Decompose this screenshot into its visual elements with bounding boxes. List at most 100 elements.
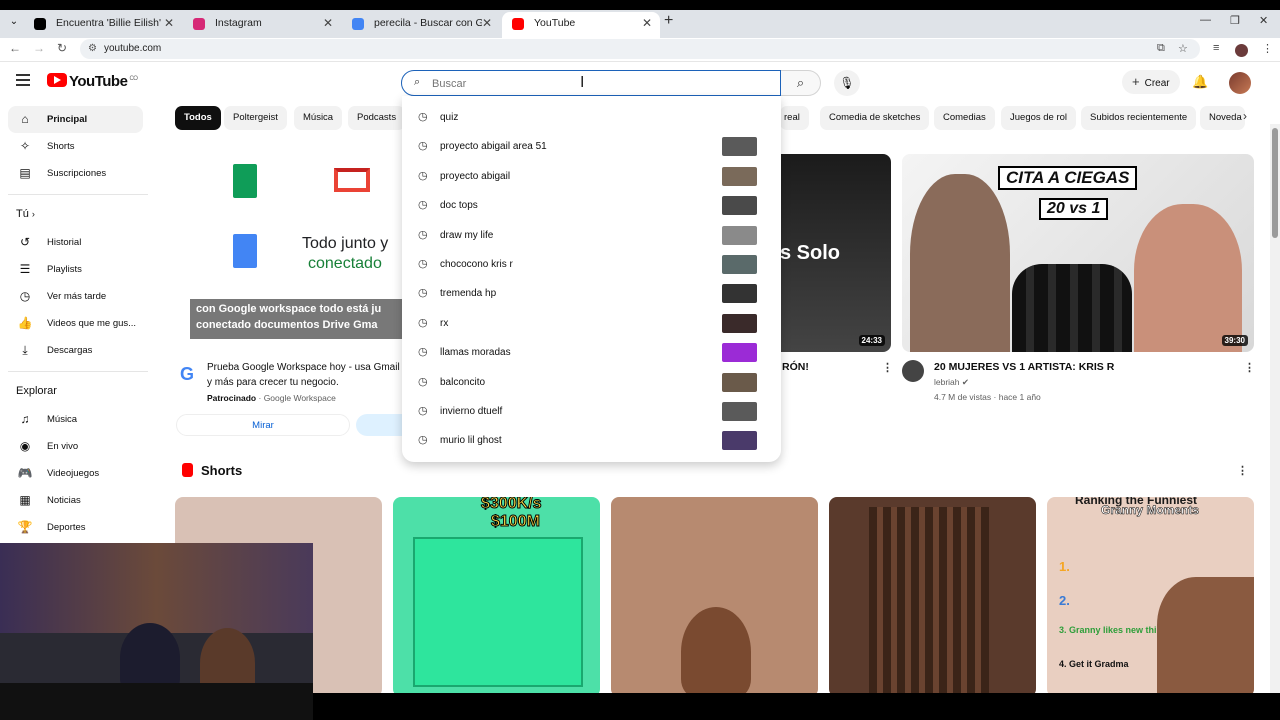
tab-close-icon[interactable]: ✕: [642, 16, 652, 30]
sidebar-item-live[interactable]: ◉ En vivo: [8, 433, 143, 460]
suggestion-thumbnail: [722, 343, 757, 363]
sidebar-item-gaming[interactable]: 🎮 Videojuegos: [8, 460, 143, 487]
chip-musica[interactable]: Música: [294, 106, 343, 130]
back-icon[interactable]: ←: [9, 41, 21, 55]
suggestion-item[interactable]: ◷ chococono kris r: [402, 250, 781, 279]
minimize-icon[interactable]: —: [1200, 14, 1211, 26]
new-tab-icon[interactable]: +: [664, 12, 673, 30]
close-window-icon[interactable]: ✕: [1259, 14, 1268, 27]
youtube-logo-icon[interactable]: [47, 73, 67, 87]
chip-juegos-rol[interactable]: Juegos de rol: [1001, 106, 1077, 130]
ad-title[interactable]: Prueba Google Workspace hoy - usa Gmail …: [207, 360, 402, 390]
install-icon[interactable]: ⧉: [1157, 42, 1165, 55]
suggestion-text: invierno dtuelf: [440, 405, 503, 417]
channel-name[interactable]: lebriah ✔: [934, 376, 969, 389]
browser-tab[interactable]: YouTube ✕: [502, 12, 660, 38]
sidebar-item-download[interactable]: ⤓ Descargas: [8, 337, 143, 364]
chip-subidos[interactable]: Subidos recientemente: [1081, 106, 1197, 130]
suggestion-item[interactable]: ◷ balconcito: [402, 368, 781, 397]
ad-card[interactable]: Todo junto y conectado con Google workspa…: [176, 154, 406, 409]
browser-tab[interactable]: Encuentra 'Billie Eilish' en TikTok✕: [24, 12, 182, 38]
chip-todos[interactable]: Todos: [175, 106, 221, 130]
suggestion-item[interactable]: ◷ llamas moradas: [402, 338, 781, 367]
url-bar[interactable]: ⚙ youtube.com: [80, 39, 1200, 59]
sidebar-item-label: Suscripciones: [47, 168, 107, 179]
tab-close-icon[interactable]: ✕: [323, 16, 333, 30]
account-avatar[interactable]: [1229, 72, 1251, 94]
video-title[interactable]: RÓN!: [782, 360, 809, 374]
scrollbar[interactable]: [1270, 124, 1280, 720]
search-input[interactable]: [432, 75, 762, 92]
chip-novedades[interactable]: Noveda: [1200, 106, 1245, 130]
suggestion-text: murio lil ghost: [440, 435, 502, 447]
suggestion-item[interactable]: ◷ doc tops: [402, 191, 781, 220]
suggestion-item[interactable]: ◷ murio lil ghost: [402, 426, 781, 455]
reload-icon[interactable]: ↻: [57, 41, 67, 55]
shorts-more-icon[interactable]: ⋮: [1237, 464, 1248, 477]
plus-icon: +: [1132, 74, 1140, 89]
ad-watch-button[interactable]: Mirar: [176, 414, 350, 436]
more-options-icon[interactable]: ⋮: [882, 361, 893, 374]
create-label: Crear: [1144, 78, 1170, 89]
chip-comedia-sketches[interactable]: Comedia de sketches: [820, 106, 930, 130]
suggestion-item[interactable]: ◷ proyecto abigail: [402, 162, 781, 191]
browser-menu-icon[interactable]: ⋮: [1262, 42, 1273, 55]
video-thumbnail[interactable]: CITA A CIEGAS 20 vs 1 39:30: [902, 154, 1254, 352]
bookmark-star-icon[interactable]: ☆: [1178, 42, 1188, 55]
tab-close-icon[interactable]: ✕: [164, 16, 174, 30]
sidebar-item-news[interactable]: ▦ Noticias: [8, 487, 143, 514]
shorts-icon: ✧: [19, 139, 31, 153]
tab-search-icon[interactable]: ⌄: [6, 14, 22, 30]
sidebar-item-sports[interactable]: 🏆 Deportes: [8, 514, 143, 541]
chip-podcasts[interactable]: Podcasts: [348, 106, 406, 130]
sidebar-item-home[interactable]: ⌂ Principal: [8, 106, 143, 133]
news-icon: ▦: [19, 493, 31, 507]
search-box[interactable]: ⌕: [401, 70, 781, 96]
sidebar-item-history[interactable]: ↺ Historial: [8, 229, 143, 256]
media-icon[interactable]: ≡: [1213, 42, 1219, 54]
notifications-bell-icon[interactable]: 🔔: [1192, 74, 1208, 90]
tab-close-icon[interactable]: ✕: [482, 16, 492, 30]
suggestion-item[interactable]: ◷ draw my life: [402, 221, 781, 250]
suggestion-item[interactable]: ◷ quiz: [402, 103, 781, 132]
suggestion-item[interactable]: ◷ invierno dtuelf: [402, 397, 781, 426]
scrollbar-thumb[interactable]: [1272, 128, 1278, 238]
ad-secondary-button[interactable]: [356, 414, 406, 436]
short-thumbnail[interactable]: [611, 497, 818, 697]
youtube-logo-text[interactable]: YouTube CO: [69, 73, 138, 90]
short-thumbnail[interactable]: [829, 497, 1036, 697]
profile-avatar[interactable]: [1235, 44, 1248, 57]
browser-tab-bar: ⌄ Encuentra 'Billie Eilish' en TikTok✕In…: [0, 0, 1280, 38]
sidebar-you-heading[interactable]: Tú ›: [0, 202, 160, 229]
chip-poltergeist[interactable]: Poltergeist: [224, 106, 287, 130]
menu-icon[interactable]: [16, 74, 30, 86]
short-thumbnail[interactable]: Ranking the Funniest Granny Moments 1. 2. 3.…: [1047, 497, 1254, 697]
create-button[interactable]: + Crear: [1122, 70, 1180, 94]
channel-avatar[interactable]: [902, 360, 924, 382]
microphone-icon[interactable]: 🎙: [834, 70, 860, 96]
sidebar-item-subscriptions[interactable]: ▤ Suscripciones: [8, 160, 143, 187]
chevron-right-icon[interactable]: ›: [1243, 109, 1247, 123]
search-button[interactable]: ⌕: [781, 70, 821, 96]
suggestion-item[interactable]: ◷ rx: [402, 309, 781, 338]
chip-partial[interactable]: real: [780, 106, 809, 130]
chip-comedias[interactable]: Comedias: [934, 106, 995, 130]
more-options-icon[interactable]: ⋮: [1244, 361, 1255, 374]
browser-tab[interactable]: perecila - Buscar con Google✕: [342, 12, 500, 38]
sidebar: ⌂ Principal ✧ Shorts ▤ Suscripciones Tú › ↺ Hi…: [0, 106, 160, 541]
sidebar-item-playlists[interactable]: ☰ Playlists: [8, 256, 143, 283]
history-icon: ↺: [19, 235, 31, 249]
sidebar-item-watch-later[interactable]: ◷ Ver más tarde: [8, 283, 143, 310]
site-info-icon[interactable]: ⚙: [88, 39, 97, 59]
suggestion-item[interactable]: ◷ proyecto abigail area 51: [402, 132, 781, 161]
music-icon: ♫: [20, 412, 30, 426]
browser-tab[interactable]: Instagram ✕: [183, 12, 341, 38]
sidebar-item-music[interactable]: ♫ Música: [8, 406, 143, 433]
restore-icon[interactable]: ❐: [1230, 14, 1240, 27]
forward-icon[interactable]: →: [33, 41, 45, 55]
video-title[interactable]: 20 MUJERES VS 1 ARTISTA: KRIS R: [934, 360, 1114, 374]
sidebar-item-like[interactable]: 👍 Videos que me gus...: [8, 310, 143, 337]
sidebar-item-shorts[interactable]: ✧ Shorts: [8, 133, 143, 160]
suggestion-item[interactable]: ◷ tremenda hp: [402, 279, 781, 308]
short-thumbnail[interactable]: $300K/s $100M: [393, 497, 600, 697]
